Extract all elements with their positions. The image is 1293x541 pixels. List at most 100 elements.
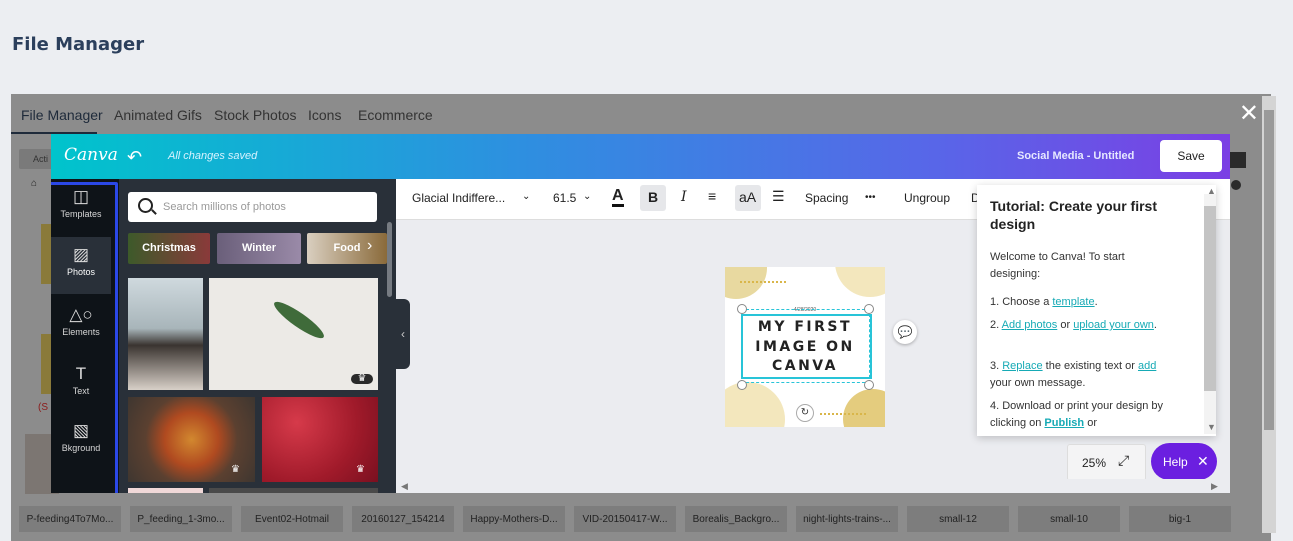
fern-leaf-shape [270, 297, 328, 343]
sidebar-highlight-outline [51, 182, 118, 493]
font-family-select[interactable]: Glacial Indiffere... [412, 191, 505, 205]
add-link[interactable]: add [1138, 360, 1156, 372]
step-text: 3. [990, 360, 1003, 372]
resize-handle[interactable] [737, 304, 747, 314]
chevron-down-icon[interactable]: ⌄ [583, 191, 591, 202]
squiggle-line [820, 413, 866, 417]
category-chip[interactable]: Food [307, 233, 387, 264]
collapse-panel-button[interactable]: ‹ [396, 299, 410, 369]
resize-handle[interactable] [864, 380, 874, 390]
tab-file-manager[interactable]: File Manager [21, 107, 103, 123]
photos-panel: Search millions of photos Christmas Wint… [119, 179, 396, 493]
search-placeholder: Search millions of photos [163, 201, 286, 213]
tutorial-title: Tutorial: Create your first design [990, 198, 1157, 232]
tab-animated-gifs[interactable]: Animated Gifs [114, 107, 202, 123]
thumbnail-label[interactable]: 20160127_154214 [353, 514, 453, 525]
spacing-button[interactable]: Spacing [805, 191, 848, 205]
decorative-blob [835, 267, 885, 297]
thumbnail-label[interactable]: P-feeding4To7Mo... [20, 514, 120, 525]
category-chip[interactable]: Christmas [128, 233, 210, 264]
photo-thumbnail[interactable] [128, 488, 203, 493]
expand-icon[interactable]: ⤢ [1118, 452, 1129, 469]
bold-icon[interactable]: B [648, 189, 658, 205]
scroll-right-icon[interactable]: ▶ [1211, 481, 1218, 492]
undo-icon[interactable]: ↶ [127, 147, 142, 168]
file-manager-tabs: File Manager Animated Gifs Stock Photos … [11, 94, 1271, 134]
page-title: File Manager [12, 34, 145, 55]
replace-link[interactable]: Replace [1002, 360, 1042, 372]
text-case-icon[interactable]: aA [739, 189, 756, 205]
thumbnail-label[interactable]: P_feeding_1-3mo... [131, 514, 231, 525]
status-marker: (S [38, 402, 48, 413]
resize-handle[interactable] [737, 380, 747, 390]
comment-icon[interactable]: 💬 [893, 320, 917, 344]
scroll-down-icon[interactable]: ▼ [1207, 422, 1216, 432]
search-input[interactable]: Search millions of photos [128, 192, 377, 222]
tutorial-step: 4. Download or print your design by clic… [990, 398, 1165, 432]
step-text: the existing text or [1042, 360, 1138, 372]
step-text: 1. Choose a [990, 296, 1053, 308]
photo-thumbnail[interactable] [209, 488, 378, 493]
scroll-up-icon[interactable]: ▲ [1207, 186, 1216, 196]
rotate-icon[interactable]: ↻ [796, 404, 814, 422]
more-options-icon[interactable]: ••• [865, 192, 876, 203]
canva-logo[interactable]: Canva [64, 145, 118, 165]
thumbnail-label[interactable]: VID-20150417-W... [575, 514, 675, 525]
thumbnail-label[interactable]: night-lights-trains-... [797, 514, 897, 525]
tab-stock-photos[interactable]: Stock Photos [214, 107, 297, 123]
category-chip[interactable]: Winter [217, 233, 301, 264]
tutorial-scrollbar-thumb[interactable] [1204, 206, 1216, 391]
scroll-left-icon[interactable]: ◀ [401, 481, 408, 492]
save-button[interactable]: Save [1160, 140, 1222, 172]
photo-thumbnail[interactable] [128, 278, 203, 390]
thumbnail-label[interactable]: small-10 [1019, 514, 1119, 525]
chevron-down-icon[interactable]: ⌄ [522, 191, 530, 202]
chevron-right-icon[interactable]: › [367, 237, 372, 255]
step-text: or [1057, 319, 1074, 331]
zoom-level[interactable]: 25% [1082, 456, 1106, 470]
thumbnail-label[interactable]: Event02-Hotmail [242, 514, 342, 525]
selection-outline [741, 314, 872, 379]
help-button[interactable]: Help ✕ [1151, 443, 1217, 480]
italic-icon[interactable]: I [681, 189, 687, 205]
add-photos-link[interactable]: Add photos [1002, 319, 1058, 331]
text-color-icon[interactable]: A [612, 188, 624, 207]
crown-icon: ♛ [351, 374, 373, 384]
template-link[interactable]: template [1052, 296, 1094, 308]
panel-scrollbar[interactable] [387, 222, 392, 297]
photo-thumbnail[interactable]: ♛ [262, 397, 378, 482]
thumbnail-label[interactable]: Happy-Mothers-D... [464, 514, 564, 525]
tutorial-step: 2. Add photos or upload your own. [990, 317, 1165, 334]
publish-link[interactable]: Publish [1044, 417, 1084, 429]
zoom-control[interactable]: 25% ⤢ [1067, 444, 1146, 481]
canva-editor: Canva ↶ All changes saved Social Media -… [51, 134, 1230, 493]
step-text: or [1084, 417, 1097, 429]
squiggle-line [740, 281, 786, 285]
step-text: 2. [990, 319, 1002, 331]
ungroup-button[interactable]: Ungroup [904, 191, 950, 205]
list-icon[interactable]: ☰ [772, 188, 785, 205]
photo-thumbnail[interactable]: ♛ [128, 397, 255, 482]
tutorial-panel: Tutorial: Create your first design Welco… [977, 185, 1216, 436]
upload-link[interactable]: upload your own [1073, 319, 1154, 331]
font-size-select[interactable]: 61.5 [553, 191, 576, 205]
info-icon[interactable] [1231, 180, 1241, 190]
resize-handle[interactable] [864, 304, 874, 314]
canvas-horizontal-scrollbar[interactable]: ◀ ▶ [396, 479, 1230, 493]
search-icon [138, 198, 153, 213]
home-icon[interactable]: ⌂ [31, 178, 37, 189]
align-center-icon[interactable]: ≡ [708, 188, 716, 204]
close-icon[interactable]: ✕ [1239, 102, 1259, 126]
thumbnail-label[interactable]: big-1 [1130, 514, 1230, 525]
tab-icons[interactable]: Icons [308, 107, 341, 123]
photo-thumbnail[interactable]: ♛ [209, 278, 378, 390]
crown-icon: ♛ [356, 464, 365, 475]
step-text: . [1153, 319, 1157, 331]
thumbnail-label[interactable]: Borealis_Backgro... [686, 514, 786, 525]
thumbnail-label[interactable]: small-12 [908, 514, 1008, 525]
tutorial-step: 3. Replace the existing text or add your… [990, 358, 1165, 392]
close-icon[interactable]: ✕ [1197, 453, 1209, 469]
tab-ecommerce[interactable]: Ecommerce [358, 107, 433, 123]
design-title[interactable]: Social Media - Untitled [1017, 150, 1134, 162]
page-scrollbar-thumb[interactable] [1264, 110, 1274, 430]
